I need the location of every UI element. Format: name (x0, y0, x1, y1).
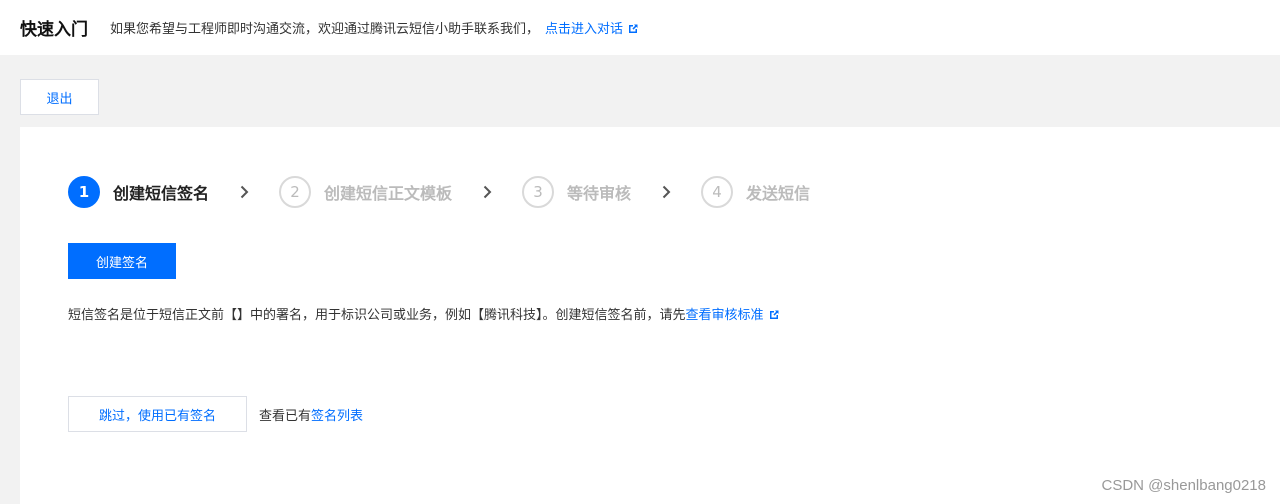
external-link-icon (769, 310, 779, 319)
step-number: 1 (68, 176, 100, 208)
step-label: 等待审核 (567, 184, 632, 203)
page-title: 快速入门 (20, 20, 88, 40)
external-link-icon (629, 24, 638, 33)
header-description: 如果您希望与工程师即时沟通交流，欢迎通过腾讯云短信小助手联系我们， (110, 22, 540, 37)
exit-button[interactable]: 退出 (20, 79, 99, 115)
review-standard-link-label: 查看审核标准 (685, 308, 764, 323)
step-send-sms: 4 发送短信 (701, 176, 810, 208)
skip-use-existing-button[interactable]: 跳过，使用已有签名 (68, 396, 247, 432)
step-indicator: 1 创建短信签名 2 创建短信正文模板 3 等待审核 4 发送短信 (68, 176, 810, 208)
step-number: 2 (279, 176, 312, 208)
review-standard-link[interactable]: 查看审核标准 (686, 308, 779, 323)
signature-intro: 短信签名是位于短信正文前【】中的署名，用于标识公司或业务，例如【腾讯科技】。创建… (68, 304, 779, 323)
view-signature-list: 查看已有签名列表 (259, 405, 363, 424)
step-label: 创建短信正文模板 (324, 184, 453, 203)
chevron-right-icon (651, 185, 681, 199)
create-signature-button[interactable]: 创建签名 (68, 243, 176, 279)
signature-list-link[interactable]: 签名列表 (311, 409, 363, 424)
main-card: 1 创建短信签名 2 创建短信正文模板 3 等待审核 4 发送短信 创建签名 短… (20, 127, 1280, 504)
watermark: CSDN @shenlbang0218 (1101, 477, 1267, 494)
step-label: 创建短信签名 (113, 184, 210, 203)
intro-text: 短信签名是位于短信正文前【】中的署名，用于标识公司或业务，例如【腾讯科技】。创建… (68, 308, 686, 323)
step-number: 4 (701, 176, 734, 208)
step-label: 发送短信 (746, 184, 811, 203)
step-number: 3 (522, 176, 555, 208)
view-list-prefix: 查看已有 (259, 409, 312, 424)
step-create-template: 2 创建短信正文模板 (279, 176, 452, 208)
enter-chat-link-label: 点击进入对话 (545, 22, 624, 37)
chevron-right-icon (472, 185, 502, 199)
step-await-review: 3 等待审核 (522, 176, 631, 208)
step-create-signature: 1 创建短信签名 (68, 176, 209, 208)
chevron-right-icon (229, 185, 259, 199)
enter-chat-link[interactable]: 点击进入对话 (545, 18, 638, 37)
top-bar: 快速入门 如果您希望与工程师即时沟通交流，欢迎通过腾讯云短信小助手联系我们， 点… (0, 0, 1280, 55)
